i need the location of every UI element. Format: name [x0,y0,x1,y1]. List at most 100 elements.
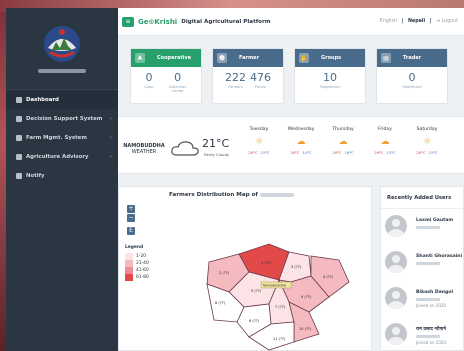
lang-english-link[interactable]: English [380,19,397,24]
summary-cards: ♣ Cooperative 0 Coop 0 Collection Center ☻… [130,48,448,104]
zoom-out-button[interactable]: − [127,214,135,222]
user-info: राम प्रसाद न्यौपाने Joined on 2020. [416,323,447,345]
map-title: Farmers Distribution Map of [169,192,294,198]
stat-label: Collection Center [168,85,187,93]
legend-swatch [125,274,133,281]
avatar [385,323,407,345]
forecast-temps: 26ºC 15ºC [364,150,406,155]
map-title-redacted [259,192,294,197]
menu-toggle-button[interactable]: ≡ [122,16,134,27]
user-name: Shanti Ghorasaini [416,254,463,259]
card-body: 0 Registered [377,67,447,90]
legend-item: 61-80 [125,274,149,281]
hamburger-icon: ≡ [125,18,131,25]
stat-value: 476 [250,71,271,84]
list-item[interactable]: Laxmi Gautam [381,209,463,245]
sidebar-item-agri-advisory[interactable]: Agriculture Advisory › [6,147,118,166]
logout-link[interactable]: ⇥ Logout [436,19,458,24]
sidebar-item-label: Farm Mgmt. System [26,134,87,141]
card-cooperative[interactable]: ♣ Cooperative 0 Coop 0 Collection Center [130,48,202,104]
brand-suffix: Krishi [154,17,178,26]
list-item[interactable]: Bikash Dangol Joined on 2020. [381,281,463,317]
legend-swatch [125,260,133,267]
ward-label: 1 (??) [261,261,272,265]
chevron-right-icon: › [109,115,112,122]
stat-value: 0 [174,71,182,84]
sidebar-item-dashboard[interactable]: Dashboard [6,90,118,109]
stat-groups-registered: 10 Registered [320,72,340,90]
chevron-right-icon: › [109,153,112,160]
legend-label: 21-40 [136,261,149,266]
forecast-temps: 26ºC 15ºC [406,150,448,155]
user-name: Bikash Dangol [416,290,454,295]
user-phone-redacted [416,298,440,301]
card-groups[interactable]: ✋ Groups 10 Registered [294,48,366,104]
forecast-high: 26ºC [416,150,426,155]
recent-users-title: Recently Added Users [381,187,463,209]
user-phone-redacted [416,262,440,265]
legend-item: 1-20 [125,253,149,260]
ward-label: 8 (??) [215,301,226,305]
brand-prefix: Ge [138,17,149,26]
group-icon: ✋ [299,53,309,63]
forecast-low: 15ºC [386,150,396,155]
card-title: Cooperative [157,55,192,61]
stat-label: Farms [255,85,266,89]
forecast-low: 15ºC [428,150,438,155]
ward-label: 4 (??) [323,275,334,279]
main-content: ≡ Ge⊙Krishi Digital Agricultural Platfor… [118,8,464,351]
sidebar-item-decision-support[interactable]: Decision Support System › [6,109,118,128]
sidebar-nav: Dashboard Decision Support System › Farm… [6,90,118,185]
forecast-high: 26ºC [290,150,300,155]
municipality-name-redacted [38,69,86,73]
user-joined: Joined on 2020. [416,303,448,308]
brand-logo[interactable]: Ge⊙Krishi [138,18,177,26]
stat-farms: 476 Farms [250,71,271,90]
user-name: राम प्रसाद न्यौपाने [416,327,446,332]
user-joined: Joined on 2020. [416,340,448,345]
sidebar-item-label: Notify [26,172,45,179]
sidebar-item-label: Dashboard [26,96,59,103]
ward-label: 5 (??) [251,289,262,293]
list-item[interactable]: राम प्रसाद न्यौपाने Joined on 2020. [381,317,463,351]
ward-label: 7 (??) [275,305,286,309]
forecast-temps: 26ºC 15ºC [238,150,280,155]
card-header: ✋ Groups [295,49,365,67]
card-trader[interactable]: ▤ Trader 0 Registered [376,48,448,104]
cloud-icon: ☁ [296,137,306,147]
export-button[interactable]: E [127,227,135,235]
cloud-icon: ☁ [380,137,390,147]
stat-label: Registered [320,85,340,89]
forecast-day: Thursday ☁ 26ºC 16ºC [322,127,364,155]
card-farmer[interactable]: ☻ Farmer 222 Farmers 476 Farms [212,48,284,104]
forecast-high: 26ºC [332,150,342,155]
lang-nepali-link[interactable]: Nepali [408,19,425,24]
legend-swatch [125,253,133,260]
forecast-day: Saturday ☼ 26ºC 15ºC [406,127,448,155]
platform-title: Digital Agricultural Platform [181,18,271,25]
legend-swatch [125,267,133,274]
forecast-day-name: Friday [378,127,392,132]
forecast-day-name: Thursday [332,127,354,132]
namobuddha-label: Namobuddha [263,284,286,288]
top-bar: ≡ Ge⊙Krishi Digital Agricultural Platfor… [118,8,464,36]
chart-icon [16,115,22,122]
user-phone-redacted [416,226,440,229]
user-phone-redacted [416,335,440,338]
zoom-in-button[interactable]: + [127,205,135,213]
stat-label: Registered [402,85,422,89]
forecast-day: Tuesday ☼ 26ºC 15ºC [238,127,280,155]
megaphone-icon [16,172,22,179]
forecast-temps: 26ºC 16ºC [322,150,364,155]
recent-users-panel: Recently Added Users Laxmi Gautam Shanti… [380,186,464,351]
stat-collection-center: 0 Collection Center [168,71,188,94]
legend-label: 61-80 [136,275,149,280]
sidebar-item-notify[interactable]: Notify [6,166,118,185]
card-body: 0 Coop 0 Collection Center [131,67,201,94]
map-legend: Legend 1-20 21-40 41-60 61-80 [125,245,149,281]
sun-icon: ☼ [254,137,264,147]
sidebar-item-label: Decision Support System [26,115,103,122]
sidebar-item-farm-mgmt[interactable]: Farm Mgmt. System › [6,128,118,147]
stat-label: Coop [144,85,154,89]
list-item[interactable]: Shanti Ghorasaini [381,245,463,281]
